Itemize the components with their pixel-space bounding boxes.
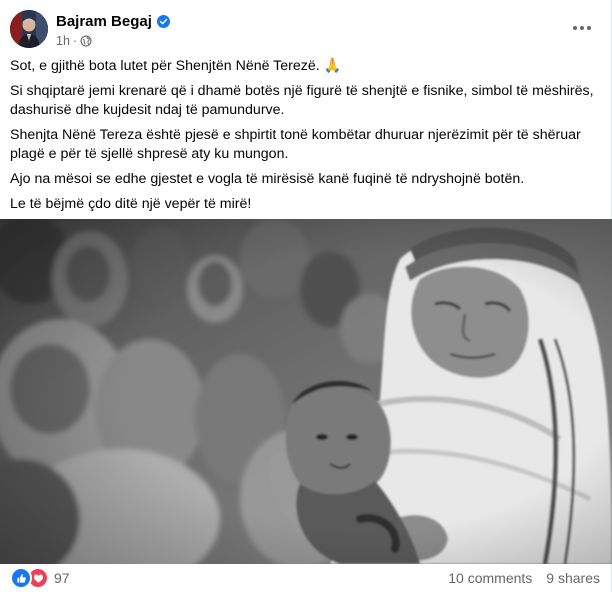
verified-badge-icon <box>156 14 170 28</box>
meta-separator: · <box>72 34 78 48</box>
post-paragraph: Si shqiptarë jemi krenarë që i dhamë bot… <box>10 83 594 118</box>
post-card: Bajram Begaj 1h · Sot, e gjithë bota lut… <box>0 0 612 592</box>
engagement-stats: 10 comments 9 shares <box>448 570 602 586</box>
post-paragraph: Shenjta Nënë Tereza është pjesë e shpirt… <box>10 127 581 162</box>
like-reaction-icon <box>10 567 32 589</box>
author-block: Bajram Begaj 1h · <box>56 12 170 48</box>
reactions-summary[interactable]: 97 <box>10 567 70 589</box>
post-paragraph: Sot, e gjithë bota lutet për Shenjtën Në… <box>10 58 342 74</box>
post-photo[interactable] <box>0 219 612 564</box>
comments-count[interactable]: 10 comments <box>448 570 532 586</box>
author-avatar[interactable] <box>10 10 48 48</box>
post-text: Sot, e gjithë bota lutet për Shenjtën Në… <box>10 57 602 220</box>
post-paragraph: Le të bëjmë çdo ditë një vepër të mirë! <box>10 196 252 212</box>
post-paragraph: Ajo na mësoi se edhe gjestet e vogla të … <box>10 171 525 187</box>
globe-icon[interactable] <box>80 35 92 47</box>
reaction-count: 97 <box>54 570 70 586</box>
more-options-icon[interactable] <box>570 16 594 40</box>
shares-count[interactable]: 9 shares <box>546 570 600 586</box>
post-header: Bajram Begaj 1h · <box>10 10 602 50</box>
post-footer: 97 10 comments 9 shares <box>10 566 602 590</box>
post-timestamp[interactable]: 1h <box>56 34 70 48</box>
author-name[interactable]: Bajram Begaj <box>56 13 152 30</box>
post-meta: 1h · <box>56 34 170 48</box>
author-line: Bajram Begaj <box>56 12 170 30</box>
